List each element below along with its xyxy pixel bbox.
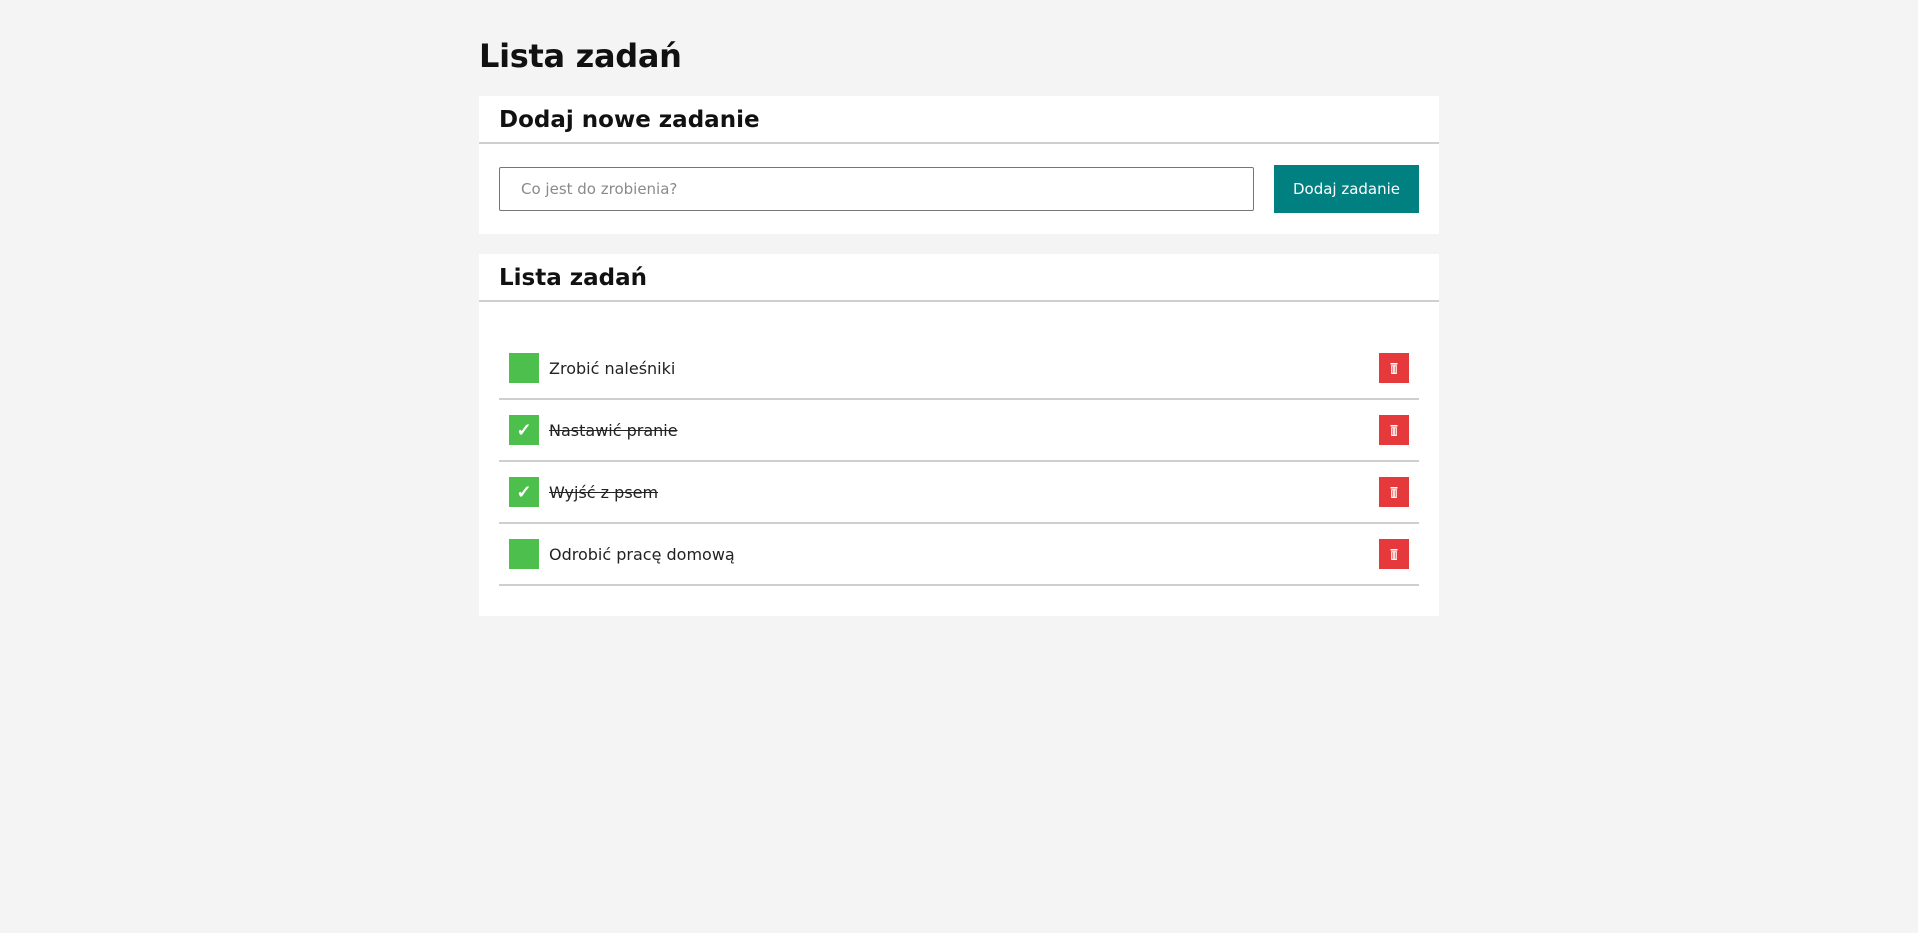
trash-icon — [1390, 362, 1398, 374]
task-list: Zrobić naleśniki ✓ Nastawić pranie ✓ Wyj… — [479, 302, 1439, 616]
toggle-done-button[interactable]: ✓ — [509, 415, 539, 445]
delete-task-button[interactable] — [1379, 353, 1409, 383]
trash-icon — [1390, 486, 1398, 498]
delete-task-button[interactable] — [1379, 539, 1409, 569]
task-text: Odrobić pracę domową — [549, 544, 735, 564]
add-task-form: Dodaj zadanie — [479, 144, 1439, 234]
trash-icon — [1390, 548, 1398, 560]
check-icon: ✓ — [516, 482, 532, 502]
task-item: ✓ Nastawić pranie — [499, 400, 1419, 462]
app-container: Lista zadań Dodaj nowe zadanie Dodaj zad… — [479, 0, 1439, 616]
delete-task-button[interactable] — [1379, 415, 1409, 445]
check-icon: ✓ — [516, 420, 532, 440]
toggle-done-button[interactable] — [509, 353, 539, 383]
task-item: Zrobić naleśniki — [499, 338, 1419, 400]
trash-icon — [1390, 424, 1398, 436]
task-text: Nastawić pranie — [549, 420, 678, 440]
page-title: Lista zadań — [479, 37, 682, 75]
toggle-done-button[interactable] — [509, 539, 539, 569]
task-text: Wyjść z psem — [549, 482, 659, 502]
task-list-section: Lista zadań Zrobić naleśniki ✓ Nastawić … — [479, 254, 1439, 616]
task-list-heading: Lista zadań — [479, 254, 1439, 302]
task-item: ✓ Wyjść z psem — [499, 462, 1419, 524]
task-text: Zrobić naleśniki — [549, 358, 676, 378]
add-task-heading: Dodaj nowe zadanie — [479, 96, 1439, 144]
add-task-section: Dodaj nowe zadanie Dodaj zadanie — [479, 96, 1439, 234]
toggle-done-button[interactable]: ✓ — [509, 477, 539, 507]
task-item: Odrobić pracę domową — [499, 524, 1419, 586]
delete-task-button[interactable] — [1379, 477, 1409, 507]
new-task-input[interactable] — [499, 167, 1254, 211]
add-task-button[interactable]: Dodaj zadanie — [1274, 165, 1419, 213]
